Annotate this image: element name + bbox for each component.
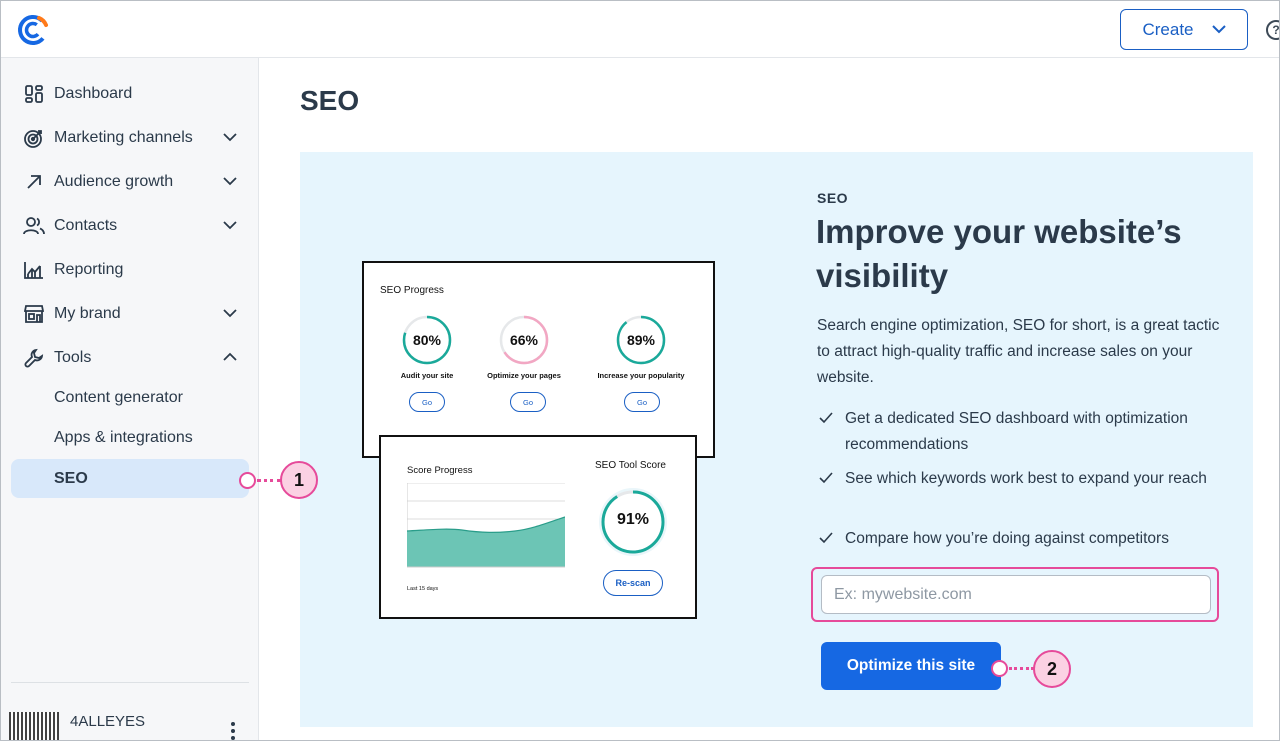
seo-tool-score-title: SEO Tool Score	[595, 460, 666, 471]
tool-score-value: 91%	[616, 511, 650, 528]
go-button: Go	[624, 392, 660, 412]
account-logo	[9, 712, 59, 740]
app-window: Create ? Dashboard Marketing channels Au…	[0, 0, 1280, 741]
check-icon	[819, 532, 833, 544]
sidebar-item-my-brand[interactable]: My brand	[11, 294, 249, 334]
description: Search engine optimization, SEO for shor…	[817, 317, 1220, 386]
rescan-button: Re-scan	[603, 570, 663, 596]
go-button: Go	[510, 392, 546, 412]
metric-value: 66%	[509, 332, 539, 348]
eyebrow-label: SEO	[817, 190, 849, 206]
sidebar-item-dashboard[interactable]: Dashboard	[11, 74, 249, 114]
callout-2-line	[1009, 667, 1034, 670]
sidebar-item-label: Tools	[54, 349, 92, 366]
feature-bullet: See which keywords work best to expand y…	[817, 466, 1227, 492]
help-icon[interactable]: ?	[1266, 20, 1279, 40]
sidebar-item-label: Audience growth	[54, 173, 174, 190]
top-bar: Create ?	[1, 1, 1279, 58]
metric-label: Audit your site	[400, 371, 454, 380]
metric-label: Optimize your pages	[487, 371, 561, 380]
wrench-icon	[23, 347, 45, 369]
url-input-highlight	[811, 567, 1219, 622]
feature-bullet: Compare how you’re doing against competi…	[817, 526, 1227, 552]
callout-1-badge: 1	[280, 461, 318, 499]
feature-text: Compare how you’re doing against competi…	[845, 530, 1169, 547]
sidebar-subitem-apps-integrations[interactable]: Apps & integrations	[11, 419, 249, 457]
target-icon	[23, 127, 45, 149]
chart-icon	[23, 259, 45, 281]
sidebar-item-label: Contacts	[54, 217, 118, 234]
more-options-icon[interactable]	[229, 722, 237, 740]
constant-contact-logo[interactable]	[17, 14, 49, 46]
sidebar-item-label: My brand	[54, 305, 121, 322]
sidebar-item-marketing-channels[interactable]: Marketing channels	[11, 118, 249, 158]
account-switcher[interactable]: 4ALLEYES	[9, 708, 249, 740]
sidebar-subitem-seo[interactable]: SEO	[11, 459, 249, 498]
sidebar-item-contacts[interactable]: Contacts	[11, 206, 249, 246]
chevron-down-icon	[1211, 25, 1226, 34]
seo-progress-title: SEO Progress	[380, 285, 444, 296]
metric-value: 80%	[412, 332, 442, 348]
sidebar-item-label: Reporting	[54, 261, 124, 278]
chevron-down-icon	[223, 133, 237, 142]
seo-progress-illustration: SEO Progress 80% Audit your site Go 66% …	[362, 261, 715, 458]
feature-bullet: Get a dedicated SEO dashboard with optim…	[817, 406, 1227, 458]
optimize-site-button[interactable]: Optimize this site	[821, 642, 1001, 690]
score-progress-title: Score Progress	[407, 465, 473, 476]
sidebar-subitem-content-generator[interactable]: Content generator	[11, 379, 249, 417]
go-button: Go	[409, 392, 445, 412]
chevron-up-icon	[223, 352, 237, 361]
sidebar-item-label: Dashboard	[54, 85, 133, 102]
store-icon	[23, 303, 45, 325]
feature-text: See which keywords work best to expand y…	[845, 470, 1207, 487]
sidebar-item-audience-growth[interactable]: Audience growth	[11, 162, 249, 202]
callout-1-anchor	[239, 472, 256, 489]
feature-text: Get a dedicated SEO dashboard with optim…	[845, 410, 1188, 453]
chevron-down-icon	[223, 309, 237, 318]
callout-1-line	[257, 479, 281, 482]
website-url-input[interactable]	[821, 575, 1211, 614]
callout-2-anchor	[991, 660, 1008, 677]
headline: Improve your website’s visibility	[816, 213, 1182, 294]
account-name: 4ALLEYES	[70, 713, 146, 730]
metric-value: 89%	[626, 332, 656, 348]
check-icon	[819, 472, 833, 484]
sidebar-item-label: Marketing channels	[54, 129, 193, 146]
sidebar-divider	[11, 682, 249, 683]
score-progress-illustration: Score Progress Last 15 days SEO Tool Sco…	[379, 435, 697, 619]
callout-2-badge: 2	[1033, 650, 1071, 688]
metric-label: Increase your popularity	[597, 371, 685, 380]
score-area-chart	[407, 483, 565, 568]
chevron-down-icon	[223, 221, 237, 230]
check-icon	[819, 412, 833, 424]
score-footer: Last 15 days	[407, 586, 439, 592]
sidebar-item-tools[interactable]: Tools	[11, 338, 249, 378]
create-label: Create	[1142, 19, 1194, 39]
sidebar: Dashboard Marketing channels Audience gr…	[1, 58, 259, 740]
create-button[interactable]: Create	[1120, 9, 1248, 50]
contacts-icon	[23, 215, 45, 237]
seo-promo-card: SEO Progress 80% Audit your site Go 66% …	[300, 152, 1253, 727]
sidebar-item-reporting[interactable]: Reporting	[11, 250, 249, 290]
arrow-up-right-icon	[23, 171, 45, 193]
page-title: SEO	[300, 85, 360, 116]
chevron-down-icon	[223, 177, 237, 186]
dashboard-icon	[23, 83, 45, 105]
